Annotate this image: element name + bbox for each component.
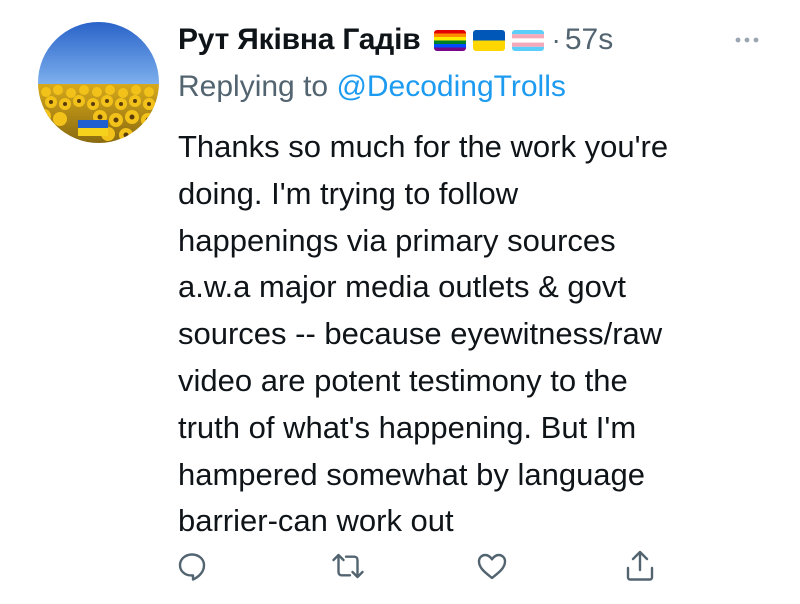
ukraine-flag-icon bbox=[472, 29, 505, 51]
tweet-header: Рут Яківна Гадів · 57s bbox=[178, 20, 613, 60]
replying-to-label: Replying to bbox=[178, 70, 329, 103]
heart-icon bbox=[477, 553, 507, 580]
replying-to-handle[interactable]: @DecodingTrolls bbox=[336, 70, 565, 103]
reply-icon bbox=[178, 553, 206, 581]
replying-to: Replying to @DecodingTrolls bbox=[178, 70, 566, 104]
avatar-image bbox=[38, 22, 159, 143]
transgender-flag-icon bbox=[511, 29, 544, 51]
retweet-icon bbox=[332, 553, 364, 579]
like-button[interactable] bbox=[474, 548, 510, 584]
tweet-action-bar bbox=[0, 548, 800, 584]
more-icon bbox=[735, 37, 759, 43]
reply-button[interactable] bbox=[174, 548, 210, 584]
more-options-button[interactable] bbox=[732, 30, 762, 50]
share-button[interactable] bbox=[622, 548, 658, 584]
author-display-name[interactable]: Рут Яківна Гадів bbox=[178, 23, 421, 57]
separator-dot: · bbox=[551, 24, 561, 55]
share-icon bbox=[626, 550, 654, 581]
timestamp[interactable]: 57s bbox=[565, 23, 613, 57]
retweet-button[interactable] bbox=[330, 548, 366, 584]
tweet-text: Thanks so much for the work you're doing… bbox=[178, 129, 669, 539]
rainbow-flag-icon bbox=[433, 29, 466, 51]
avatar[interactable] bbox=[38, 22, 159, 143]
